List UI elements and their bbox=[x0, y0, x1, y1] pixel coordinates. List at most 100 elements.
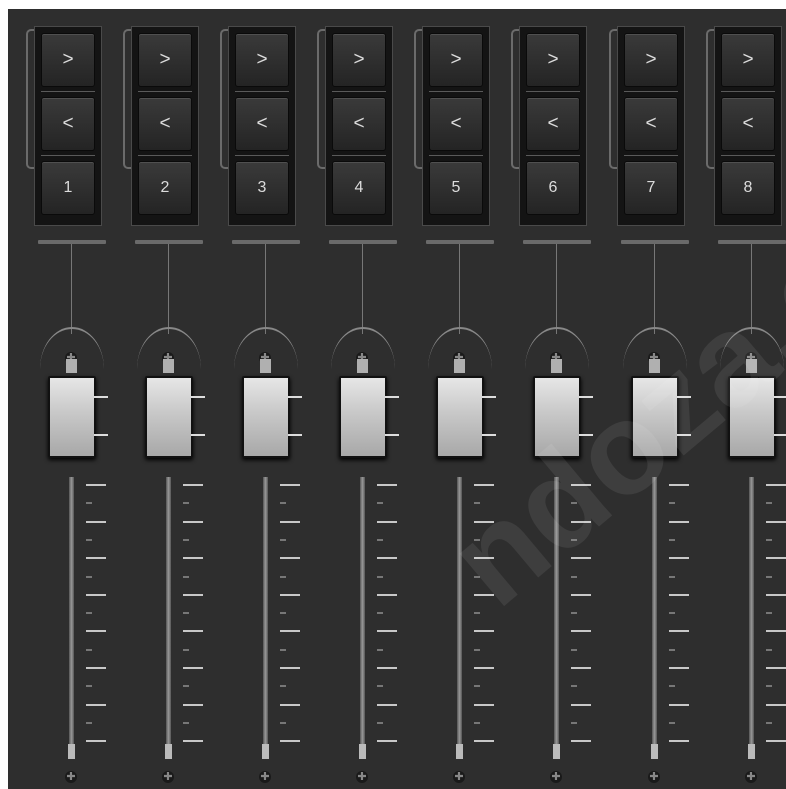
channel-strip-3: > < 3 ✚ ✚ bbox=[216, 9, 314, 789]
scale-tick bbox=[86, 484, 106, 486]
fader-knob-stem bbox=[66, 359, 77, 374]
channel-strip-5: > < 5 ✚ ✚ bbox=[410, 9, 508, 789]
scale-tick bbox=[280, 538, 286, 541]
fader-track[interactable] bbox=[166, 477, 171, 759]
scale-tick bbox=[183, 538, 189, 541]
fader-knob[interactable] bbox=[436, 376, 484, 459]
scale-tick bbox=[474, 484, 494, 486]
screw-icon: ✚ bbox=[745, 771, 757, 783]
fader-track[interactable] bbox=[749, 477, 754, 759]
button-frame: > < 4 bbox=[325, 26, 393, 226]
strip-stem bbox=[459, 244, 460, 334]
scale-tick bbox=[280, 685, 286, 688]
button-frame: > < 5 bbox=[422, 26, 490, 226]
prev-button[interactable]: < bbox=[235, 97, 289, 151]
scale-tick bbox=[183, 667, 203, 669]
scale-tick bbox=[183, 703, 203, 706]
button-frame: > < 2 bbox=[131, 26, 199, 226]
prev-button[interactable]: < bbox=[41, 97, 95, 151]
prev-button[interactable]: < bbox=[429, 97, 483, 151]
knob-marker bbox=[385, 396, 399, 399]
fader-track-end bbox=[165, 744, 172, 759]
next-button[interactable]: > bbox=[332, 33, 386, 87]
channel-strip-4: > < 4 ✚ ✚ bbox=[313, 9, 411, 789]
scale-tick bbox=[571, 630, 591, 633]
next-button[interactable]: > bbox=[41, 33, 95, 87]
fader-knob[interactable] bbox=[533, 376, 581, 459]
scale-tick bbox=[280, 612, 286, 615]
scale-tick bbox=[766, 484, 786, 486]
next-button[interactable]: > bbox=[526, 33, 580, 87]
scale-tick bbox=[377, 593, 397, 596]
channel-select-button[interactable]: 3 bbox=[235, 161, 289, 215]
fader-knob[interactable] bbox=[339, 376, 387, 459]
scale-tick bbox=[766, 740, 786, 743]
next-button[interactable]: > bbox=[429, 33, 483, 87]
fader-track-end bbox=[651, 744, 658, 759]
fader-knob[interactable] bbox=[48, 376, 96, 459]
scale-tick bbox=[86, 648, 92, 651]
next-button[interactable]: > bbox=[138, 33, 192, 87]
scale-tick bbox=[766, 667, 786, 669]
next-button[interactable]: > bbox=[721, 33, 775, 87]
next-button[interactable]: > bbox=[235, 33, 289, 87]
channel-select-button[interactable]: 4 bbox=[332, 161, 386, 215]
divider bbox=[526, 91, 580, 92]
scale-tick bbox=[571, 593, 591, 596]
fader-knob[interactable] bbox=[728, 376, 776, 459]
fader-track[interactable] bbox=[554, 477, 559, 759]
next-button[interactable]: > bbox=[624, 33, 678, 87]
scale-tick bbox=[377, 685, 383, 688]
channel-select-button[interactable]: 7 bbox=[624, 161, 678, 215]
channel-select-button[interactable]: 5 bbox=[429, 161, 483, 215]
scale-tick bbox=[474, 612, 480, 615]
divider bbox=[721, 91, 775, 92]
fader-knob[interactable] bbox=[631, 376, 679, 459]
prev-button[interactable]: < bbox=[624, 97, 678, 151]
fader-knob-stem bbox=[260, 359, 271, 374]
scale-tick bbox=[280, 484, 300, 486]
scale-tick bbox=[766, 721, 772, 724]
scale-tick bbox=[183, 557, 203, 560]
channel-select-button[interactable]: 8 bbox=[721, 161, 775, 215]
fader-track[interactable] bbox=[457, 477, 462, 759]
channel-select-button[interactable]: 2 bbox=[138, 161, 192, 215]
scale-tick bbox=[377, 721, 383, 724]
fader-track-end bbox=[262, 744, 269, 759]
prev-button[interactable]: < bbox=[138, 97, 192, 151]
scale-tick bbox=[280, 557, 300, 560]
scale-tick bbox=[766, 703, 786, 706]
scale-tick bbox=[669, 667, 689, 669]
strip-ledge bbox=[523, 240, 591, 244]
prev-button[interactable]: < bbox=[332, 97, 386, 151]
scale-tick bbox=[571, 575, 577, 578]
strip-ledge bbox=[135, 240, 203, 244]
group-bracket bbox=[123, 29, 131, 169]
strip-stem bbox=[654, 244, 655, 334]
fader-track[interactable] bbox=[652, 477, 657, 759]
channel-select-button[interactable]: 6 bbox=[526, 161, 580, 215]
button-frame: > < 3 bbox=[228, 26, 296, 226]
scale-tick bbox=[183, 502, 189, 505]
scale-tick bbox=[474, 703, 494, 706]
knob-marker bbox=[482, 396, 496, 399]
strip-stem bbox=[751, 244, 752, 334]
fader-knob[interactable] bbox=[145, 376, 193, 459]
scale-tick bbox=[377, 667, 397, 669]
scale-tick bbox=[183, 593, 203, 596]
mixer-panel: > < 1 ✚ ✚ > < 2 ✚ ✚ > < 3 ✚ ✚ > < 4 ✚ ✚ … bbox=[8, 9, 786, 789]
fader-track[interactable] bbox=[360, 477, 365, 759]
prev-button[interactable]: < bbox=[721, 97, 775, 151]
scale-tick bbox=[474, 630, 494, 633]
fader-track[interactable] bbox=[263, 477, 268, 759]
scale-tick bbox=[669, 520, 689, 523]
scale-tick bbox=[280, 630, 300, 633]
scale-tick bbox=[377, 520, 397, 523]
channel-select-button[interactable]: 1 bbox=[41, 161, 95, 215]
scale-tick bbox=[474, 557, 494, 560]
scale-tick bbox=[474, 685, 480, 688]
fader-knob[interactable] bbox=[242, 376, 290, 459]
fader-track[interactable] bbox=[69, 477, 74, 759]
prev-button[interactable]: < bbox=[526, 97, 580, 151]
divider bbox=[138, 91, 192, 92]
